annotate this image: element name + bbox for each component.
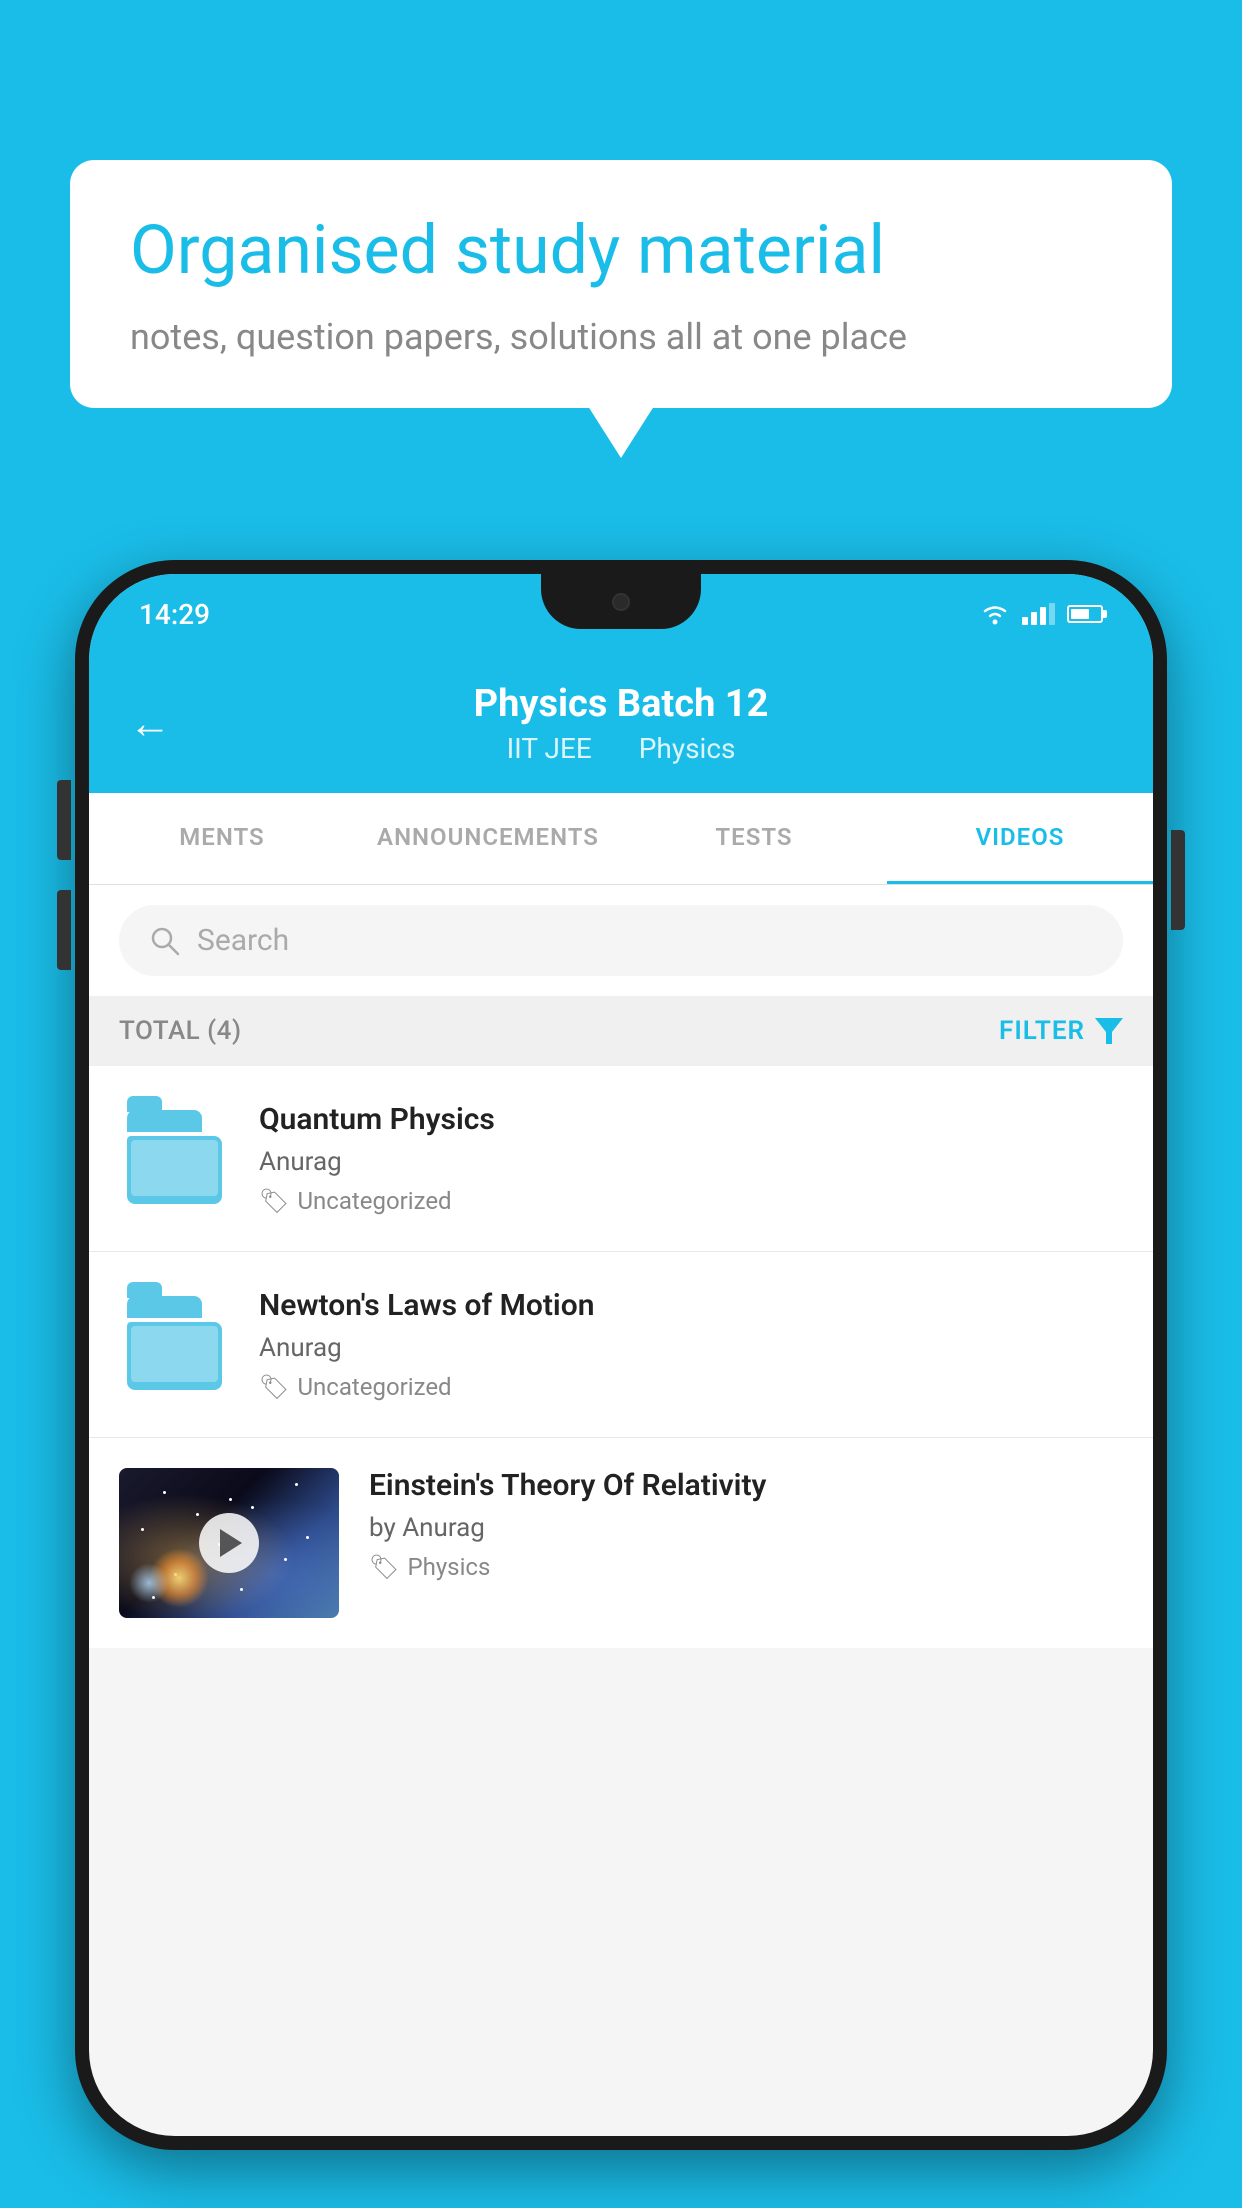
tag-icon: 🏷 <box>259 1373 289 1401</box>
video-tag: 🏷 Uncategorized <box>259 1187 1123 1215</box>
video-list: Quantum Physics Anurag 🏷 Uncategorized <box>89 1066 1153 1648</box>
video-tag: 🏷 Uncategorized <box>259 1373 1123 1401</box>
app-header: ← Physics Batch 12 IIT JEE Physics <box>89 654 1153 793</box>
status-icons <box>980 603 1103 625</box>
video-author: Anurag <box>259 1147 1123 1177</box>
power-button[interactable] <box>1171 830 1185 930</box>
bubble-title: Organised study material <box>130 210 1112 292</box>
list-item[interactable]: Quantum Physics Anurag 🏷 Uncategorized <box>89 1066 1153 1252</box>
play-icon <box>220 1529 242 1557</box>
tag-label: Physics <box>407 1553 490 1581</box>
video-thumbnail <box>119 1468 339 1618</box>
signal-icon <box>1022 603 1055 625</box>
video-title: Einstein's Theory Of Relativity <box>369 1468 1123 1503</box>
volume-down-button[interactable] <box>57 890 71 970</box>
tag-label: Uncategorized <box>297 1373 451 1401</box>
video-title: Quantum Physics <box>259 1102 1123 1137</box>
filter-icon <box>1095 1018 1123 1044</box>
list-item[interactable]: Newton's Laws of Motion Anurag 🏷 Uncateg… <box>89 1252 1153 1438</box>
filter-label: FILTER <box>999 1016 1085 1046</box>
video-info: Quantum Physics Anurag 🏷 Uncategorized <box>259 1102 1123 1215</box>
speech-bubble: Organised study material notes, question… <box>70 160 1172 408</box>
search-icon <box>149 925 181 957</box>
bubble-subtitle: notes, question papers, solutions all at… <box>130 316 1112 358</box>
video-author: by Anurag <box>369 1513 1123 1543</box>
battery-icon <box>1067 605 1103 623</box>
wifi-icon <box>980 603 1010 625</box>
video-info: Einstein's Theory Of Relativity by Anura… <box>369 1468 1123 1581</box>
tag-icon: 🏷 <box>369 1553 399 1581</box>
speech-bubble-container: Organised study material notes, question… <box>70 160 1172 408</box>
tab-tests[interactable]: TESTS <box>621 793 887 884</box>
list-item[interactable]: Einstein's Theory Of Relativity by Anura… <box>89 1438 1153 1648</box>
phone-frame: 14:29 <box>75 560 1167 2208</box>
phone-notch <box>541 574 701 629</box>
batch-category: IIT JEE <box>507 732 592 765</box>
back-button[interactable]: ← <box>129 699 171 748</box>
search-bar[interactable]: Search <box>119 905 1123 976</box>
video-folder-icon <box>119 1288 229 1398</box>
video-author: Anurag <box>259 1333 1123 1363</box>
video-info: Newton's Laws of Motion Anurag 🏷 Uncateg… <box>259 1288 1123 1401</box>
camera <box>612 593 630 611</box>
tabs-bar: MENTS ANNOUNCEMENTS TESTS VIDEOS <box>89 793 1153 885</box>
header-subtitle: IIT JEE Physics <box>497 732 746 765</box>
page-title: Physics Batch 12 <box>474 682 769 726</box>
phone-outer: 14:29 <box>75 560 1167 2150</box>
video-title: Newton's Laws of Motion <box>259 1288 1123 1323</box>
play-button[interactable] <box>199 1513 259 1573</box>
phone-screen: 14:29 <box>89 574 1153 2136</box>
tab-documents[interactable]: MENTS <box>89 793 355 884</box>
filter-bar: TOTAL (4) FILTER <box>89 996 1153 1066</box>
batch-subject: Physics <box>639 732 736 765</box>
tab-announcements[interactable]: ANNOUNCEMENTS <box>355 793 621 884</box>
status-bar: 14:29 <box>89 574 1153 654</box>
tag-label: Uncategorized <box>297 1187 451 1215</box>
tab-videos[interactable]: VIDEOS <box>887 793 1153 884</box>
video-folder-icon <box>119 1102 229 1212</box>
filter-button[interactable]: FILTER <box>999 1016 1123 1046</box>
tag-icon: 🏷 <box>259 1187 289 1215</box>
status-time: 14:29 <box>139 598 210 631</box>
volume-up-button[interactable] <box>57 780 71 860</box>
video-tag: 🏷 Physics <box>369 1553 1123 1581</box>
search-container: Search <box>89 885 1153 996</box>
total-count: TOTAL (4) <box>119 1016 242 1046</box>
search-input[interactable]: Search <box>197 923 289 958</box>
